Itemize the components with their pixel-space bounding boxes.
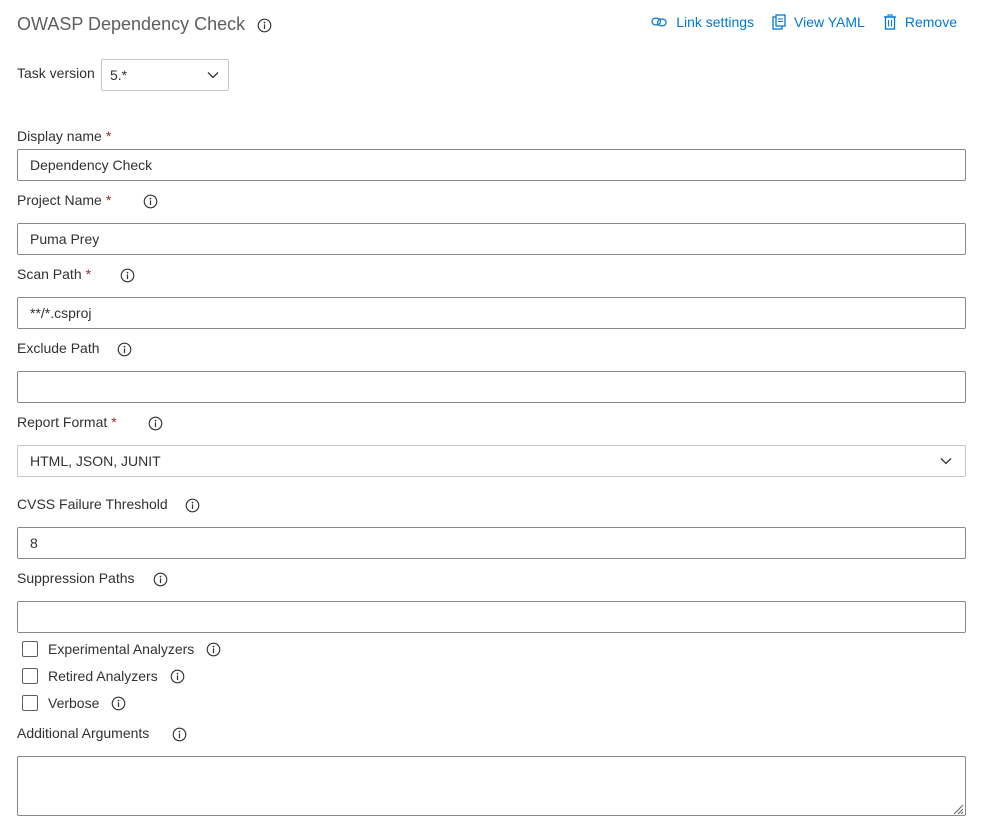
info-icon[interactable] <box>120 268 135 283</box>
link-settings-button[interactable]: Link settings <box>651 14 754 30</box>
resize-handle-icon[interactable] <box>952 802 964 815</box>
scan-path-label: Scan Path * <box>17 266 92 282</box>
report-format-label: Report Format * <box>17 414 117 430</box>
link-settings-label: Link settings <box>676 14 755 30</box>
info-icon[interactable] <box>148 416 163 431</box>
task-version-select[interactable]: 5.* <box>101 59 229 91</box>
link-icon <box>651 15 668 29</box>
clipboard-icon <box>772 14 786 30</box>
view-yaml-button[interactable]: View YAML <box>772 14 865 30</box>
required-marker: * <box>105 192 112 208</box>
project-name-value: Puma Prey <box>30 231 100 247</box>
verbose-label: Verbose <box>48 695 100 711</box>
suppression-paths-input[interactable] <box>17 601 966 633</box>
trash-icon <box>883 14 897 30</box>
required-marker: * <box>111 414 117 430</box>
display-name-label: Display name * <box>17 128 112 144</box>
suppression-paths-label: Suppression Paths <box>17 570 135 586</box>
verbose-row[interactable]: Verbose <box>22 695 126 711</box>
retired-analyzers-row[interactable]: Retired Analyzers <box>22 668 185 684</box>
task-title: OWASP Dependency Check <box>17 14 246 34</box>
scan-path-value: **/*.csproj <box>30 305 92 321</box>
cvss-threshold-input[interactable]: 8 <box>17 527 966 559</box>
retired-analyzers-label: Retired Analyzers <box>48 668 158 684</box>
info-icon[interactable] <box>185 498 200 513</box>
retired-analyzers-checkbox[interactable] <box>22 668 38 684</box>
additional-arguments-textarea[interactable] <box>17 756 966 816</box>
required-marker: * <box>85 266 92 282</box>
cvss-threshold-value: 8 <box>30 535 38 551</box>
verbose-checkbox[interactable] <box>22 695 38 711</box>
task-title-row: OWASP Dependency Check <box>17 14 272 35</box>
info-icon[interactable] <box>143 194 158 209</box>
display-name-value: Dependency Check <box>30 157 153 173</box>
task-version-value: 5.* <box>110 67 128 83</box>
project-name-input[interactable]: Puma Prey <box>17 223 966 255</box>
exclude-path-input[interactable] <box>17 371 966 403</box>
report-format-select[interactable]: HTML, JSON, JUNIT <box>17 445 966 477</box>
remove-label: Remove <box>904 14 957 30</box>
task-version-label: Task version <box>17 65 95 81</box>
experimental-analyzers-checkbox[interactable] <box>22 641 38 657</box>
chevron-down-icon <box>206 68 220 82</box>
header-actions: Link settings View YAML Remove <box>651 14 957 30</box>
additional-arguments-label: Additional Arguments <box>17 725 150 741</box>
report-format-value: HTML, JSON, JUNIT <box>30 453 161 469</box>
info-icon[interactable] <box>257 18 272 32</box>
info-icon[interactable] <box>117 342 132 357</box>
view-yaml-label: View YAML <box>794 14 865 30</box>
experimental-analyzers-label: Experimental Analyzers <box>48 641 195 657</box>
cvss-threshold-label: CVSS Failure Threshold <box>17 496 168 512</box>
display-name-input[interactable]: Dependency Check <box>17 149 966 181</box>
scan-path-input[interactable]: **/*.csproj <box>17 297 966 329</box>
chevron-down-icon <box>939 454 953 468</box>
info-icon[interactable] <box>206 642 221 657</box>
info-icon[interactable] <box>111 696 126 711</box>
remove-button[interactable]: Remove <box>883 14 957 30</box>
required-marker: * <box>105 128 112 144</box>
project-name-label: Project Name * <box>17 192 112 208</box>
exclude-path-label: Exclude Path <box>17 340 100 356</box>
info-icon[interactable] <box>153 572 168 587</box>
info-icon[interactable] <box>170 669 185 684</box>
info-icon[interactable] <box>172 727 187 742</box>
experimental-analyzers-row[interactable]: Experimental Analyzers <box>22 641 221 657</box>
